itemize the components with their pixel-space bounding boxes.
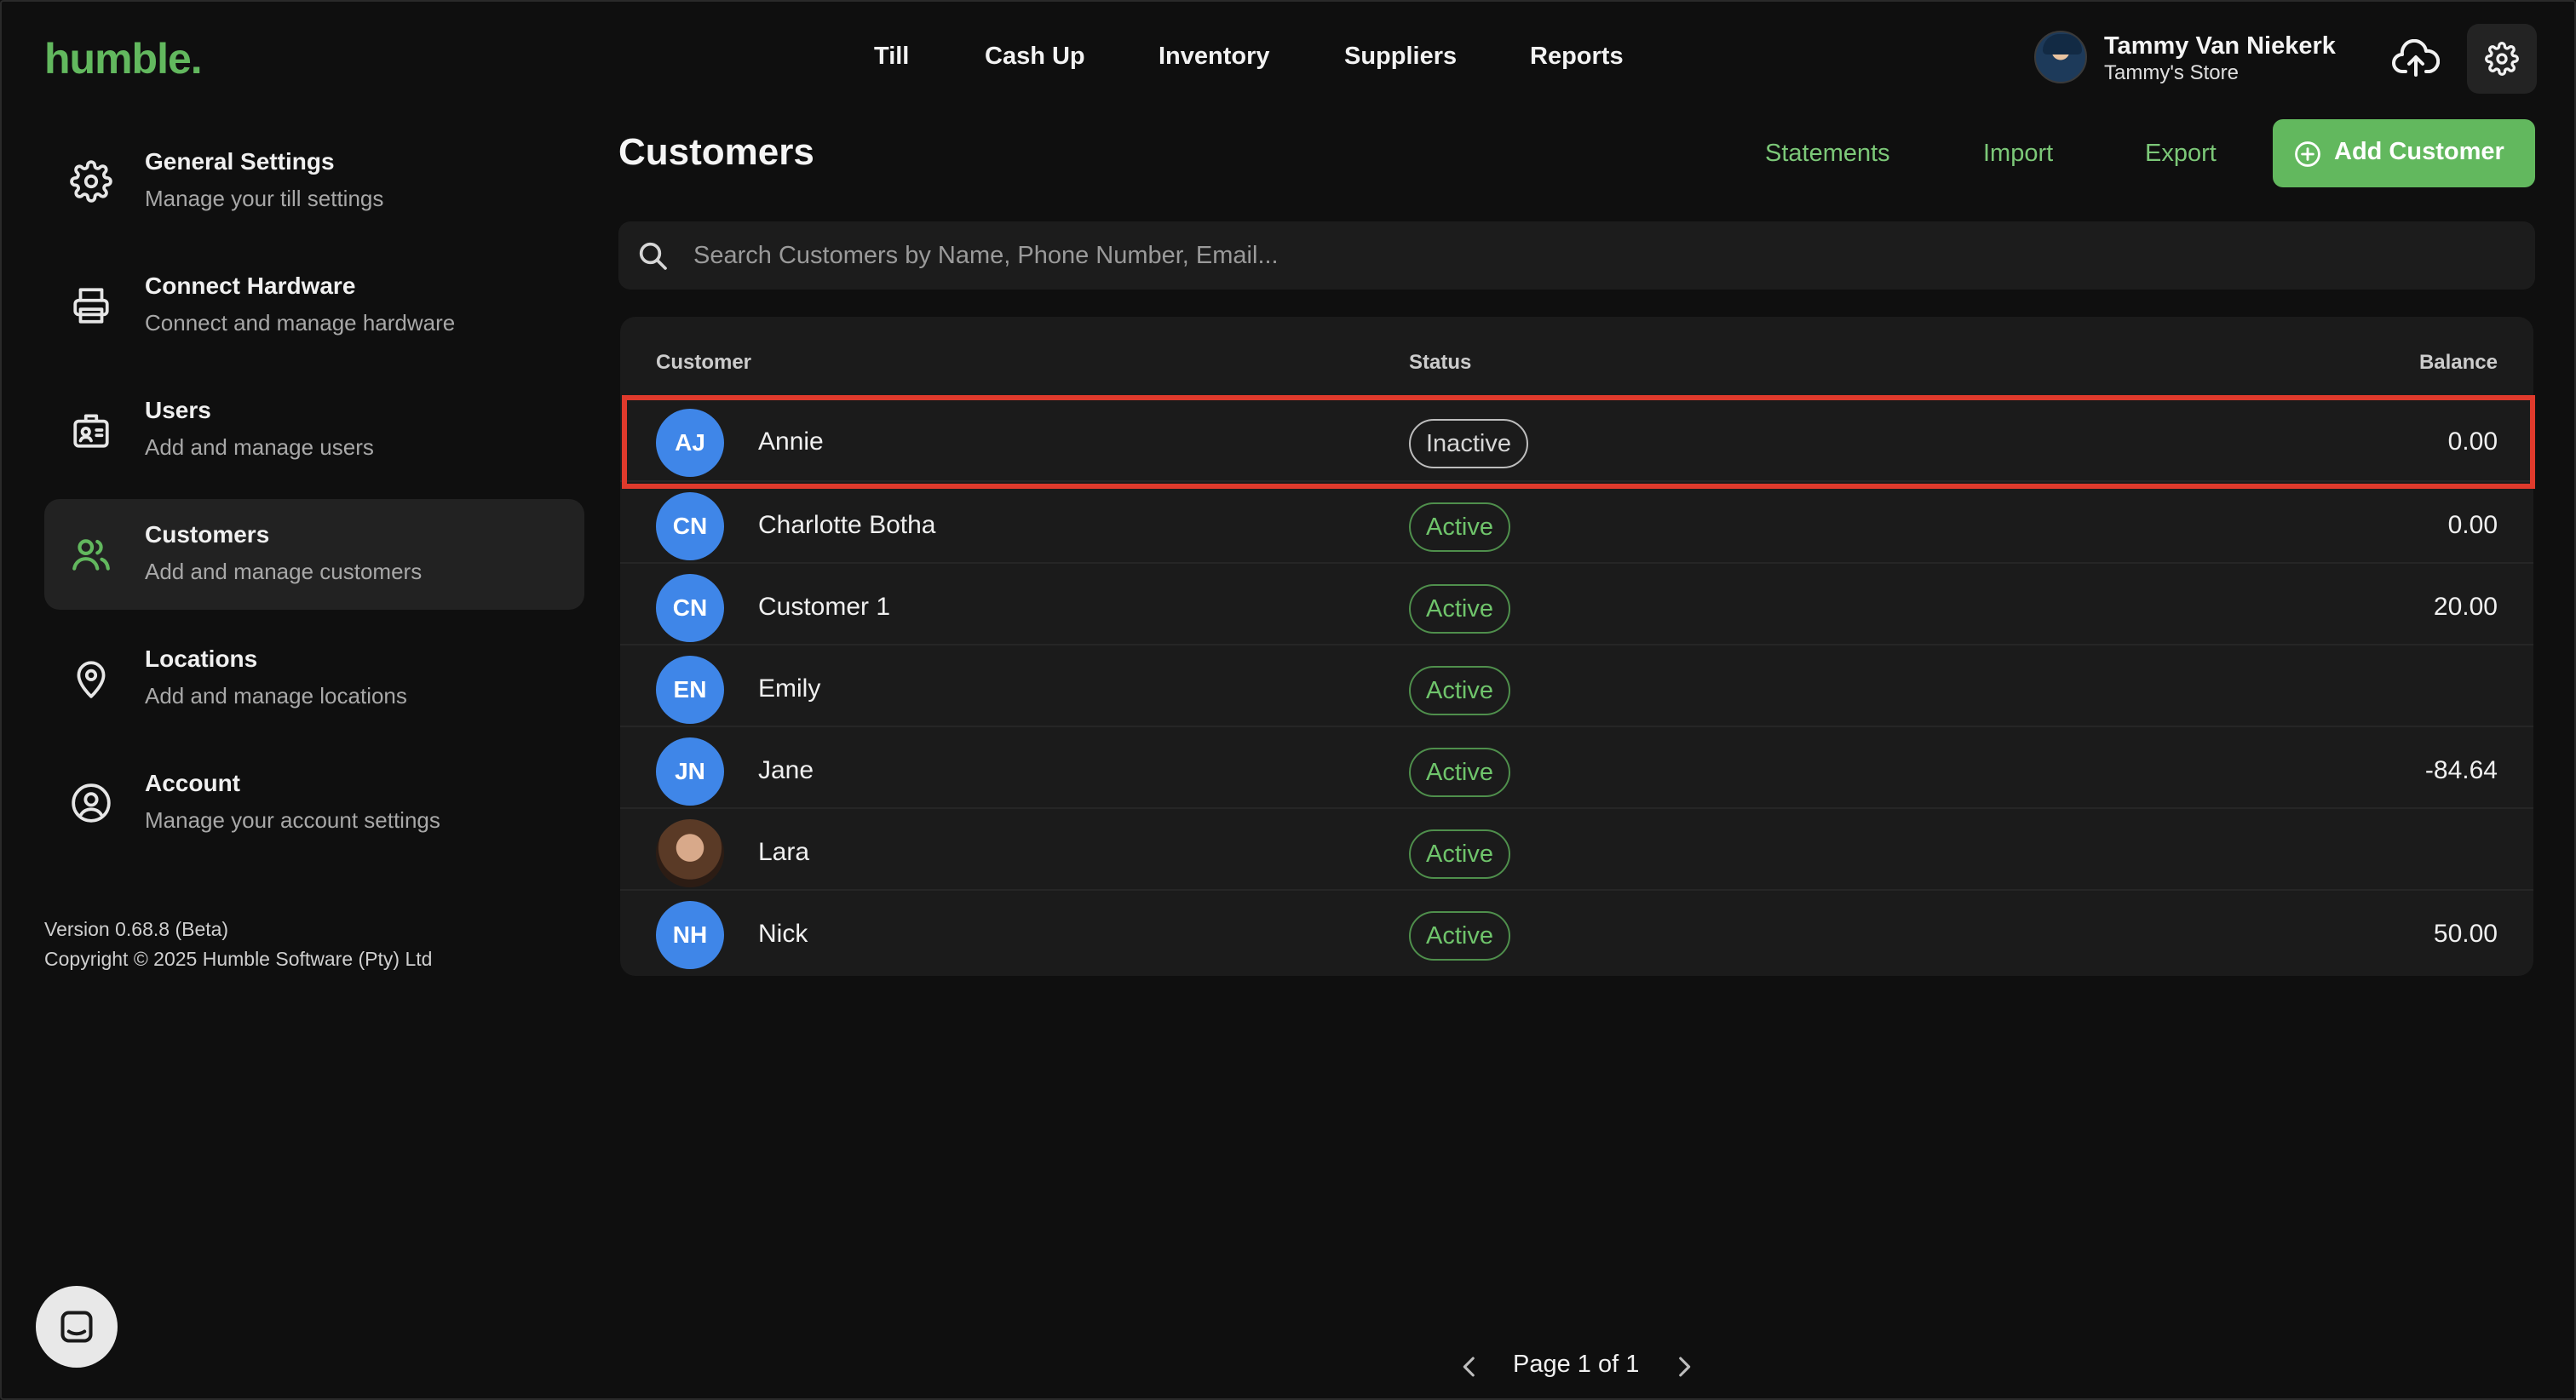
sidebar-item-account[interactable]: Account Manage your account settings [44, 748, 584, 858]
sidebar-item-title: General Settings [145, 148, 335, 175]
import-link[interactable]: Import [1983, 140, 2053, 168]
customer-balance: 0.00 [2447, 427, 2498, 456]
sidebar-item-description: Add and manage users [145, 434, 374, 460]
sidebar-item-title: Account [145, 770, 240, 796]
add-customer-button[interactable]: Add Customer [2273, 119, 2535, 187]
pagination: Page 1 of 1 [2, 1351, 2576, 1385]
customer-avatar: JN [656, 737, 724, 806]
user-avatar [2034, 31, 2087, 83]
customer-avatar: EN [656, 656, 724, 724]
page-title: Customers [618, 131, 814, 173]
sidebar-item-users[interactable]: Users Add and manage users [44, 375, 584, 485]
nav-till[interactable]: Till [874, 43, 909, 71]
sidebar-item-title: Users [145, 397, 211, 423]
customer-balance: 0.00 [2447, 511, 2498, 539]
customer-avatar-photo [656, 819, 724, 887]
id-card-icon [73, 414, 109, 448]
table-row[interactable]: CN Customer 1 Active 20.00 [620, 562, 2533, 644]
sidebar-item-customers[interactable]: Customers Add and manage customers [44, 499, 584, 610]
customer-balance: 20.00 [2433, 593, 2498, 621]
copyright-text: Copyright © 2025 Humble Software (Pty) L… [44, 948, 433, 970]
customer-avatar: CN [656, 492, 724, 560]
search-input[interactable] [693, 233, 2516, 278]
version-text: Version 0.68.8 (Beta) [44, 918, 229, 940]
search-bar[interactable] [618, 221, 2535, 290]
sidebar-item-description: Add and manage locations [145, 683, 407, 709]
customer-name: Customer 1 [758, 593, 891, 621]
sidebar-item-description: Manage your account settings [145, 807, 440, 833]
nav-suppliers[interactable]: Suppliers [1344, 43, 1457, 71]
column-header-status[interactable]: Status [1409, 351, 1471, 375]
table-row[interactable]: JN Jane Active -84.64 [620, 726, 2533, 807]
app-window: humble. Till Cash Up Inventory Suppliers… [0, 0, 2576, 1400]
search-icon [639, 242, 667, 270]
customer-name: Emily [758, 674, 821, 703]
sidebar-item-locations[interactable]: Locations Add and manage locations [44, 623, 584, 734]
customer-avatar: CN [656, 574, 724, 642]
column-header-customer[interactable]: Customer [656, 351, 751, 375]
location-pin-icon [77, 661, 106, 698]
sidebar-item-title: Locations [145, 645, 258, 672]
customer-name: Jane [758, 756, 814, 784]
cloud-upload-icon[interactable] [2392, 38, 2441, 80]
sidebar-item-description: Connect and manage hardware [145, 310, 456, 336]
gear-icon [70, 160, 112, 203]
table-row[interactable]: NH Nick Active 50.00 [620, 889, 2533, 971]
user-store: Tammy's Store [2104, 61, 2239, 84]
page-indicator: Page 1 of 1 [1513, 1351, 1640, 1378]
status-badge: Active [1409, 911, 1510, 961]
printer-icon [73, 288, 109, 324]
table-row[interactable]: CN Charlotte Botha Active 0.00 [620, 480, 2533, 562]
status-badge: Active [1409, 502, 1510, 552]
users-icon [72, 539, 110, 571]
status-badge: Active [1409, 666, 1510, 715]
sidebar-item-description: Manage your till settings [145, 186, 384, 211]
settings-button[interactable] [2467, 24, 2537, 94]
customer-balance: -84.64 [2424, 756, 2498, 784]
customer-name: Annie [758, 427, 824, 456]
customer-avatar: AJ [656, 409, 724, 477]
table-row[interactable]: AJ Annie Inactive 0.00 [620, 399, 2533, 480]
table-row[interactable]: Lara Active [620, 807, 2533, 889]
customers-table: Customer Status Balance AJ Annie Inactiv… [620, 317, 2533, 976]
chevron-left-icon[interactable] [1455, 1352, 1484, 1381]
user-name: Tammy Van Niekerk [2104, 32, 2336, 60]
status-badge: Active [1409, 584, 1510, 634]
status-badge: Inactive [1409, 419, 1528, 468]
export-link[interactable]: Export [2145, 140, 2217, 168]
sidebar-item-description: Add and manage customers [145, 559, 423, 584]
sidebar-item-general-settings[interactable]: General Settings Manage your till settin… [44, 126, 584, 237]
status-badge: Active [1409, 748, 1510, 797]
column-header-balance[interactable]: Balance [2419, 351, 2498, 375]
chat-icon [60, 1311, 93, 1343]
customer-name: Charlotte Botha [758, 511, 936, 539]
customer-name: Nick [758, 920, 808, 948]
sidebar-item-connect-hardware[interactable]: Connect Hardware Connect and manage hard… [44, 250, 584, 361]
plus-circle-icon [2295, 141, 2320, 167]
chevron-right-icon[interactable] [1670, 1352, 1699, 1381]
table-row[interactable]: EN Emily Active [620, 644, 2533, 726]
gear-icon [2485, 42, 2519, 76]
add-customer-label: Add Customer [2334, 138, 2504, 165]
sidebar-item-title: Connect Hardware [145, 273, 356, 299]
nav-reports[interactable]: Reports [1530, 43, 1624, 71]
customer-balance: 50.00 [2433, 920, 2498, 948]
customer-avatar: NH [656, 901, 724, 969]
nav-inventory[interactable]: Inventory [1159, 43, 1270, 71]
customer-name: Lara [758, 838, 810, 866]
sidebar-item-title: Customers [145, 521, 270, 548]
status-badge: Active [1409, 829, 1510, 879]
nav-cash-up[interactable]: Cash Up [985, 43, 1085, 71]
user-circle-icon [72, 783, 111, 823]
statements-link[interactable]: Statements [1765, 140, 1890, 168]
